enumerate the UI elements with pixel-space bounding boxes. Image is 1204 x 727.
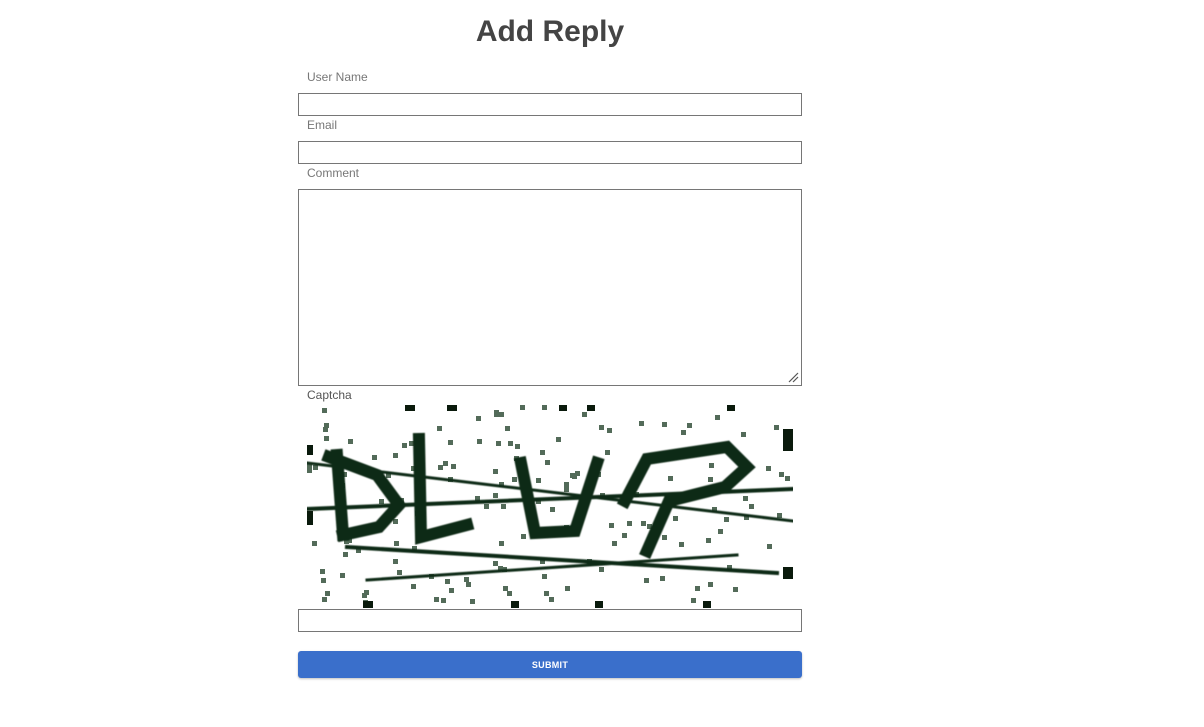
resize-grip-icon[interactable] bbox=[787, 371, 799, 383]
email-input[interactable] bbox=[298, 141, 802, 164]
page-title: Add Reply bbox=[475, 15, 625, 48]
submit-button[interactable]: SUBMIT bbox=[298, 651, 802, 678]
comment-textarea[interactable] bbox=[298, 189, 802, 386]
email-label: Email bbox=[307, 118, 338, 132]
captcha-input[interactable] bbox=[298, 609, 802, 632]
captcha-image bbox=[307, 405, 793, 608]
captcha-label: Captcha bbox=[307, 388, 352, 402]
comment-label: Comment bbox=[307, 166, 360, 180]
user-name-input[interactable] bbox=[298, 93, 802, 116]
user-name-label: User Name bbox=[307, 70, 368, 84]
